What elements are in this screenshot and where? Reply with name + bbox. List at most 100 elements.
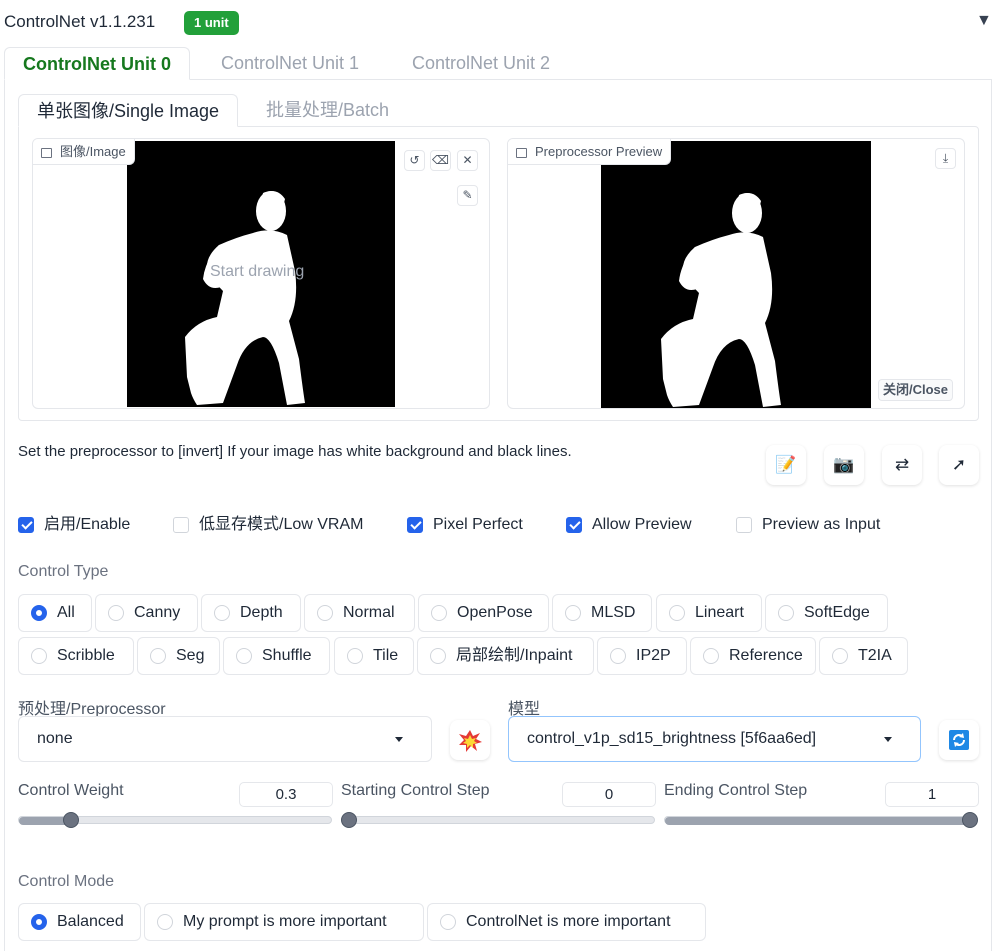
tab-controlnet-unit-0[interactable]: ControlNet Unit 0 — [4, 47, 190, 80]
radio-label: Scribble — [57, 647, 115, 664]
control-type-mlsd[interactable]: MLSD — [552, 594, 652, 632]
control-weight-input[interactable]: 0.3 — [239, 782, 333, 807]
close-preview-button[interactable]: 关闭/Close — [878, 379, 954, 401]
control-type-scribble[interactable]: Scribble — [18, 637, 134, 675]
control-type-openpose[interactable]: OpenPose — [418, 594, 549, 632]
explosion-icon — [459, 730, 482, 752]
radio-label: MLSD — [591, 604, 636, 621]
run-preprocessor-button[interactable] — [450, 720, 490, 760]
ending-step-slider[interactable] — [664, 816, 978, 825]
radio-dot[interactable] — [778, 605, 794, 621]
image-upload-panel[interactable]: 图像/Image Start drawing ↺ ⌫ ✕ ✎ — [32, 138, 490, 409]
notepad-icon[interactable]: 📝 — [766, 445, 806, 485]
undo-icon[interactable]: ↺ — [404, 150, 425, 171]
control-type-t2ia[interactable]: T2IA — [819, 637, 908, 675]
control-type-reference[interactable]: Reference — [690, 637, 816, 675]
radio-label: Lineart — [695, 604, 744, 621]
radio-dot[interactable] — [31, 605, 47, 621]
radio-label: T2IA — [858, 647, 892, 664]
chevron-down-icon — [395, 737, 403, 742]
starting-step-slider[interactable] — [341, 816, 655, 825]
control-type-lineart[interactable]: Lineart — [656, 594, 762, 632]
radio-dot[interactable] — [347, 648, 363, 664]
refresh-models-button[interactable] — [939, 720, 979, 760]
control-type-inpaint[interactable]: 局部绘制/Inpaint — [417, 637, 594, 675]
radio-dot[interactable] — [610, 648, 626, 664]
control-type-ip2p[interactable]: IP2P — [597, 637, 687, 675]
checkbox-box[interactable] — [173, 517, 189, 533]
radio-dot[interactable] — [317, 605, 333, 621]
tab-controlnet-unit-2[interactable]: ControlNet Unit 2 — [394, 47, 568, 80]
low-vram-checkbox[interactable]: 低显存模式/Low VRAM — [173, 514, 363, 536]
radio-dot[interactable] — [431, 605, 447, 621]
radio-label: Normal — [343, 604, 395, 621]
starting-step-slider-thumb[interactable] — [341, 812, 357, 828]
model-dropdown[interactable]: control_v1p_sd15_brightness [5f6aa6ed] — [508, 716, 921, 762]
preprocessor-hint-text: Set the preprocessor to [invert] If your… — [18, 443, 572, 460]
control-weight-label: Control Weight — [18, 782, 124, 799]
radio-dot[interactable] — [214, 605, 230, 621]
camera-icon[interactable]: 📷 — [824, 445, 864, 485]
checkbox-label: Pixel Perfect — [433, 516, 523, 533]
image-panel-label: 图像/Image — [33, 139, 135, 165]
radio-label: My prompt is more important — [183, 913, 387, 930]
control-mode-controlnet-important[interactable]: ControlNet is more important — [427, 903, 706, 941]
control-type-normal[interactable]: Normal — [304, 594, 415, 632]
pixel-perfect-checkbox[interactable]: Pixel Perfect — [407, 514, 523, 536]
radio-label: OpenPose — [457, 604, 533, 621]
control-mode-prompt-important[interactable]: My prompt is more important — [144, 903, 424, 941]
ending-step-input[interactable]: 1 — [885, 782, 979, 807]
radio-dot[interactable] — [31, 914, 47, 930]
control-type-all[interactable]: All — [18, 594, 92, 632]
starting-step-input[interactable]: 0 — [562, 782, 656, 807]
control-type-tile[interactable]: Tile — [334, 637, 414, 675]
tab-single-image[interactable]: 单张图像/Single Image — [18, 94, 239, 127]
preview-as-input-checkbox[interactable]: Preview as Input — [736, 514, 880, 536]
checkbox-box[interactable] — [407, 517, 423, 533]
radio-dot[interactable] — [565, 605, 581, 621]
download-icon[interactable]: ⤓ — [935, 148, 956, 169]
send-arrow-icon[interactable]: ➚ — [939, 445, 979, 485]
swap-icon[interactable]: ⇄ — [882, 445, 922, 485]
checkbox-label: 启用/Enable — [44, 516, 131, 533]
radio-dot[interactable] — [430, 648, 446, 664]
control-weight-slider-thumb[interactable] — [62, 812, 79, 828]
radio-dot[interactable] — [440, 914, 456, 930]
eraser-icon[interactable]: ⌫ — [430, 150, 451, 171]
tab-controlnet-unit-1[interactable]: ControlNet Unit 1 — [203, 47, 377, 80]
radio-label: Shuffle — [262, 647, 312, 664]
allow-preview-checkbox[interactable]: Allow Preview — [566, 514, 692, 536]
control-type-depth[interactable]: Depth — [201, 594, 301, 632]
control-mode-balanced[interactable]: Balanced — [18, 903, 141, 941]
enable-checkbox[interactable]: 启用/Enable — [18, 514, 130, 536]
radio-dot[interactable] — [108, 605, 124, 621]
preprocessor-dropdown[interactable]: none — [18, 716, 432, 762]
control-type-shuffle[interactable]: Shuffle — [223, 637, 330, 675]
radio-dot[interactable] — [236, 648, 252, 664]
collapse-arrow-icon[interactable]: ▼ — [976, 12, 992, 30]
radio-dot[interactable] — [669, 605, 685, 621]
ending-step-slider-thumb[interactable] — [962, 812, 978, 828]
radio-dot[interactable] — [150, 648, 166, 664]
checkbox-label: 低显存模式/Low VRAM — [199, 516, 364, 533]
checkbox-box[interactable] — [18, 517, 34, 533]
radio-label: Reference — [729, 647, 803, 664]
radio-dot[interactable] — [832, 648, 848, 664]
control-type-softedge[interactable]: SoftEdge — [765, 594, 888, 632]
control-mode-label: Control Mode — [18, 873, 115, 890]
radio-label: All — [57, 604, 75, 621]
preprocessor-preview-panel: Preprocessor Preview ⤓ 关闭/Close — [507, 138, 965, 409]
radio-dot[interactable] — [703, 648, 719, 664]
radio-dot[interactable] — [31, 648, 47, 664]
radio-dot[interactable] — [157, 914, 173, 930]
refresh-icon — [949, 730, 969, 750]
brush-icon[interactable]: ✎ — [457, 185, 478, 206]
clear-close-icon[interactable]: ✕ — [457, 150, 478, 171]
chevron-down-icon — [884, 737, 892, 742]
control-type-seg[interactable]: Seg — [137, 637, 220, 675]
accordion-title[interactable]: ControlNet v1.1.231 — [4, 12, 155, 32]
checkbox-box[interactable] — [736, 517, 752, 533]
control-type-canny[interactable]: Canny — [95, 594, 198, 632]
checkbox-box[interactable] — [566, 517, 582, 533]
tab-batch[interactable]: 批量处理/Batch — [248, 94, 407, 127]
